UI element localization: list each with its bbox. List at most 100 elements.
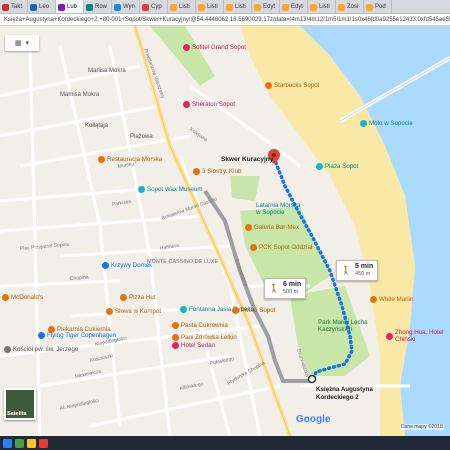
browser-tab[interactable]: Listi bbox=[308, 0, 336, 13]
browser-tab[interactable]: Listi bbox=[224, 0, 252, 13]
walk-distance-primary: 450 m bbox=[354, 271, 371, 277]
cafe-icon bbox=[265, 82, 272, 89]
hotel-icon bbox=[183, 101, 190, 108]
tab-label: Leo bbox=[39, 4, 50, 10]
tab-favicon-icon bbox=[114, 3, 121, 11]
tab-label: Pod bbox=[375, 4, 386, 10]
fountain-icon bbox=[180, 306, 187, 313]
app-icon[interactable] bbox=[15, 438, 24, 448]
map-base-svg bbox=[0, 26, 450, 436]
tab-label: Row bbox=[95, 4, 108, 10]
browser-tab[interactable]: Listi bbox=[168, 0, 196, 13]
walk-time-box-primary[interactable]: 🚶 5 min 450 m bbox=[336, 260, 379, 281]
area-label-1: Marlisa Mokra bbox=[88, 68, 126, 74]
restaurant-icon bbox=[232, 307, 239, 314]
poi-hotel-sedan[interactable]: Hotel Sedan bbox=[172, 342, 215, 349]
poi-mcdonalds[interactable]: McDonald's bbox=[2, 294, 43, 301]
browser-tab[interactable]: Edyt bbox=[252, 0, 280, 13]
poi-kosciol[interactable]: Kościół pw. św. Jerzego bbox=[4, 346, 78, 353]
walk-distance-alternative: 500 m bbox=[282, 289, 299, 295]
browser-tab[interactable]: Zosi bbox=[336, 0, 364, 13]
tab-favicon-icon bbox=[30, 3, 37, 11]
poi-pck[interactable]: PCK Sopot Oddział bbox=[250, 244, 312, 251]
tab-favicon-icon bbox=[58, 3, 65, 11]
browser-tab[interactable]: Wyn bbox=[112, 0, 140, 13]
tab-favicon-icon bbox=[170, 3, 177, 11]
walk-time-box-alternative[interactable]: 🚶 6 min 500 m bbox=[264, 278, 307, 299]
tab-label: Edyt bbox=[263, 4, 276, 10]
origin-label: Księżna Augustyna Kordeckiego 2 bbox=[316, 386, 373, 402]
browser-tab[interactable]: Edyt bbox=[280, 0, 308, 13]
restaurant-icon bbox=[120, 294, 127, 301]
poi-starbucks[interactable]: Starbucks Sopot bbox=[265, 82, 319, 89]
poi-krzywy-domek[interactable]: Krzywy Domek bbox=[102, 262, 152, 269]
poi-slowa-w-kompot[interactable]: Słowa w Kompot bbox=[106, 308, 161, 315]
google-logo: Google bbox=[296, 414, 331, 425]
browser-tab[interactable]: Row bbox=[84, 0, 112, 13]
poi-galeria[interactable]: Galeria Bar-Mex bbox=[245, 224, 299, 231]
fastfood-icon bbox=[2, 294, 9, 301]
poi-zhong-hua[interactable]: Zhong Hua, Hotel Chiński bbox=[386, 329, 450, 343]
browser-tab[interactable]: Listi bbox=[196, 0, 224, 13]
tab-label: Cyp bbox=[151, 4, 162, 10]
browser-tab-bar: Takt Leo Lub Row Wyn Cyp Listi Listi Listi Edyt Ed… bbox=[0, 0, 450, 14]
tab-label: Zosi bbox=[347, 4, 359, 10]
tab-label: Edyt bbox=[291, 4, 304, 10]
poi-pasta[interactable]: Pasta Cukrownia bbox=[172, 322, 228, 329]
poi-white-marlin[interactable]: White Marlin bbox=[370, 296, 413, 303]
tab-label: Wyn bbox=[123, 4, 135, 10]
poi-molo[interactable]: Molo w Sopocie bbox=[360, 120, 413, 127]
browser-tab[interactable]: Lub bbox=[56, 0, 84, 13]
tab-favicon-icon bbox=[282, 3, 289, 11]
restaurant-icon bbox=[172, 334, 179, 341]
park-upper bbox=[150, 26, 215, 86]
map-layers-button[interactable]: ▦ ▾ bbox=[5, 35, 39, 51]
poi-park-kaczynskich[interactable]: Park Marii i Lecha Kaczyńskich bbox=[318, 319, 370, 333]
poi-flying-tiger[interactable]: Flying Tiger Copenhagen bbox=[38, 332, 116, 339]
poi-wax-museum[interactable]: Sopot Wax Museum bbox=[138, 186, 202, 193]
poi-polski-sopot[interactable]: Polski Sopot bbox=[232, 307, 275, 314]
origin-label-line1: Księżna Augustyna bbox=[316, 386, 373, 393]
browser-tab[interactable]: Cyp bbox=[140, 0, 168, 13]
restaurant-icon bbox=[245, 224, 252, 231]
address-bar[interactable]: Księża+Augustyna+Kordeckiego+2,+80-001+S… bbox=[0, 14, 450, 26]
tab-label: Listi bbox=[235, 4, 246, 10]
os-taskbar bbox=[0, 436, 450, 450]
browser-tab[interactable]: Pod bbox=[364, 0, 392, 13]
origin-label-line2: Kordeckiego 2 bbox=[316, 394, 359, 401]
tab-favicon-icon bbox=[254, 3, 261, 11]
shopping-icon bbox=[38, 332, 45, 339]
restaurant-icon bbox=[370, 296, 377, 303]
satellite-toggle[interactable]: Satelita bbox=[4, 388, 36, 420]
restaurant-icon bbox=[250, 244, 257, 251]
area-label-4: Kołłątaja bbox=[85, 123, 109, 129]
tab-label: Listi bbox=[179, 4, 190, 10]
poi-sheraton[interactable]: Sheraton Sopot bbox=[183, 101, 235, 108]
poi-plaza-sopot[interactable]: Plaża Sopot bbox=[316, 163, 358, 170]
tab-label: Listi bbox=[207, 4, 218, 10]
map-attribution: Dane mapy ©2018 bbox=[400, 424, 444, 430]
start-icon[interactable] bbox=[3, 438, 12, 448]
museum-icon bbox=[138, 186, 145, 193]
map-canvas[interactable]: ▦ ▾ Skwer Kuracyjny Księżna Augustyna Ko… bbox=[0, 26, 450, 436]
hotel-icon bbox=[183, 44, 190, 51]
poi-latarnia[interactable]: Latarnia Morska w Sopocie bbox=[256, 202, 304, 216]
tab-favicon-icon bbox=[310, 3, 317, 11]
restaurant-icon bbox=[106, 308, 113, 315]
tab-favicon-icon bbox=[2, 3, 9, 11]
restaurant-icon bbox=[98, 156, 105, 163]
browser-tab[interactable]: Leo bbox=[28, 0, 56, 13]
poi-pizza-hut[interactable]: Pizza Hut bbox=[120, 294, 155, 301]
tab-label: Lub bbox=[67, 4, 78, 10]
poi-pani-zdrowka[interactable]: Pani Zdrówka Łelkin bbox=[172, 334, 237, 341]
tab-favicon-icon bbox=[142, 3, 149, 11]
tab-label: Takt bbox=[11, 4, 23, 10]
browser-tab[interactable]: Takt bbox=[0, 0, 28, 13]
bar-icon bbox=[193, 168, 200, 175]
browser-icon[interactable] bbox=[39, 438, 48, 448]
map-layers-icon: ▦ bbox=[14, 40, 22, 47]
poi-3-siostry[interactable]: 3 Siostry. Klub bbox=[193, 168, 241, 175]
poi-sofitel[interactable]: Sofitel Grand Sopot bbox=[183, 44, 246, 51]
folder-icon[interactable] bbox=[27, 438, 36, 448]
area-label-3: Plażowa bbox=[130, 134, 153, 140]
